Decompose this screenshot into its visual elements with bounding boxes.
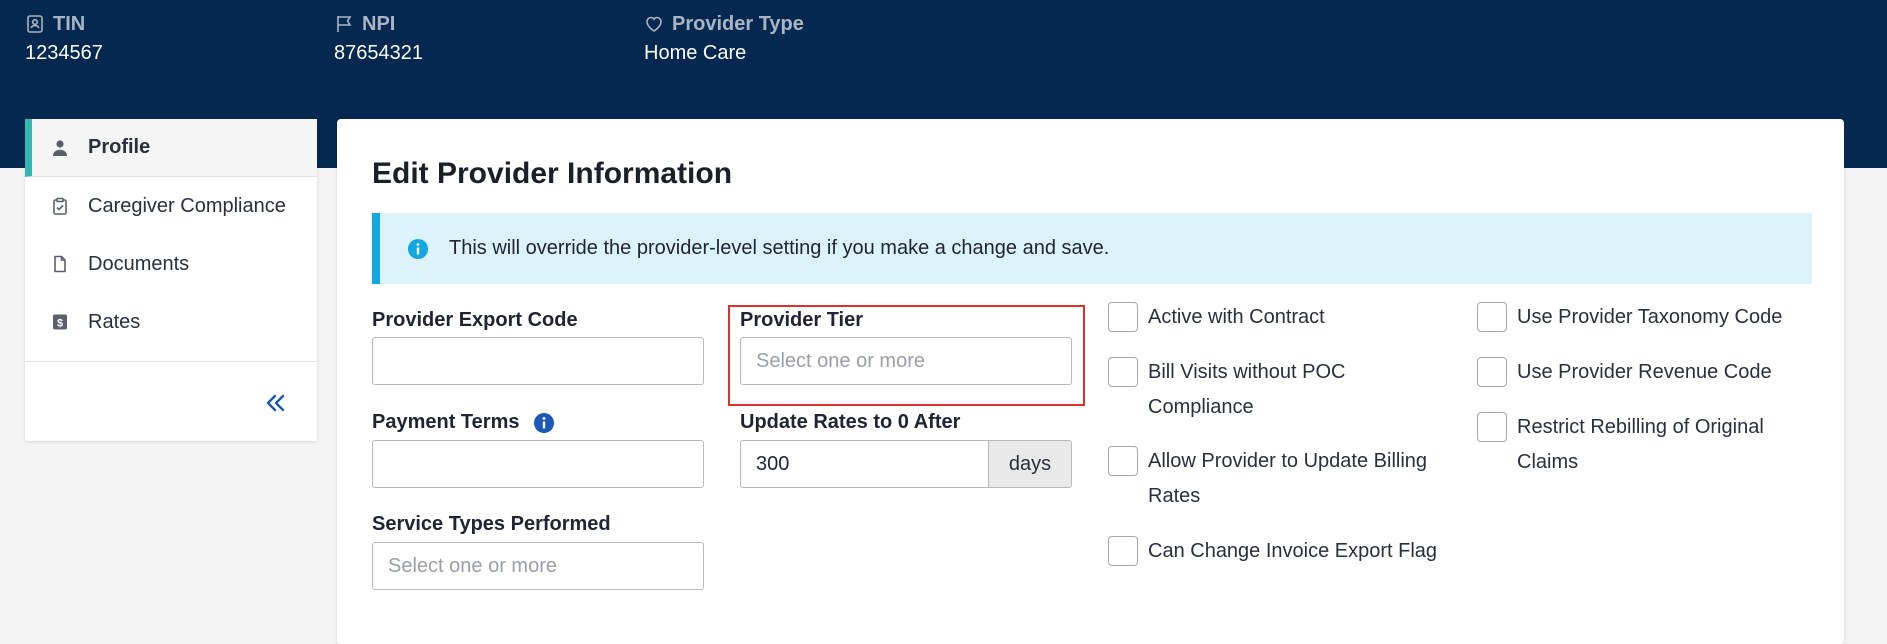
sidebar-item-label: Profile	[88, 136, 151, 158]
tin-label: TIN	[53, 12, 86, 35]
provider-type-value: Home Care	[644, 42, 747, 64]
header-npi: NPI 87654321	[334, 10, 423, 65]
sidebar-item-label: Caregiver Compliance	[88, 194, 286, 217]
checkbox-label: Active with Contract	[1148, 306, 1325, 328]
checkbox-label: Bill Visits without POC Compliance	[1148, 361, 1346, 418]
checkbox-use-taxonomy-code[interactable]: Use Provider Taxonomy Code	[1477, 302, 1817, 335]
npi-value: 87654321	[334, 42, 423, 64]
checkbox-label: Can Change Invoice Export Flag	[1148, 540, 1438, 562]
update-rates-input[interactable]	[740, 440, 989, 488]
info-alert: This will override the provider-level se…	[372, 213, 1812, 284]
sidebar: Profile Caregiver Compliance Documents $…	[25, 119, 317, 441]
scrollbar[interactable]	[1879, 0, 1887, 168]
payment-terms-input[interactable]	[372, 440, 704, 488]
checkbox-use-revenue-code[interactable]: Use Provider Revenue Code	[1477, 357, 1817, 390]
person-icon	[53, 139, 67, 156]
clipboard-check-icon	[53, 197, 67, 215]
payment-terms-label: Payment Terms	[372, 411, 555, 434]
info-icon[interactable]	[533, 412, 555, 434]
npi-label: NPI	[362, 12, 396, 35]
checkbox-change-invoice-export[interactable]: Can Change Invoice Export Flag	[1108, 536, 1448, 569]
document-icon	[54, 255, 66, 273]
alert-text: This will override the provider-level se…	[449, 237, 1110, 259]
tin-value: 1234567	[25, 42, 103, 64]
provider-type-label: Provider Type	[672, 12, 804, 35]
provider-export-code-label: Provider Export Code	[372, 309, 578, 331]
service-types-select[interactable]	[372, 542, 704, 590]
sidebar-item-caregiver-compliance[interactable]: Caregiver Compliance	[25, 177, 317, 235]
flag-icon	[337, 16, 352, 32]
sidebar-item-rates[interactable]: $ Rates	[25, 293, 317, 351]
double-chevron-left-icon	[266, 394, 285, 412]
checkbox[interactable]	[1477, 412, 1507, 442]
id-card-icon	[27, 15, 43, 33]
days-addon: days	[989, 440, 1072, 488]
header-tin: TIN 1234567	[25, 10, 103, 65]
checkbox[interactable]	[1477, 302, 1507, 332]
page-title: Edit Provider Information	[372, 157, 733, 190]
sidebar-item-label: Rates	[88, 310, 141, 333]
checkbox[interactable]	[1477, 357, 1507, 387]
checkbox-allow-update-billing-rates[interactable]: Allow Provider to Update Billing Rates	[1108, 446, 1448, 514]
checkbox-label: Use Provider Revenue Code	[1517, 361, 1772, 383]
header-provider-type: Provider Type Home Care	[644, 10, 804, 65]
svg-text:$: $	[57, 318, 63, 330]
checkbox-active-with-contract[interactable]: Active with Contract	[1108, 302, 1448, 335]
collapse-sidebar-button[interactable]	[261, 389, 289, 417]
update-rates-label: Update Rates to 0 After	[740, 411, 961, 433]
checkbox[interactable]	[1108, 357, 1138, 387]
edit-provider-panel: Edit Provider Information This will over…	[337, 119, 1844, 644]
sidebar-item-documents[interactable]: Documents	[25, 235, 317, 293]
sidebar-divider	[25, 361, 317, 362]
checkbox-label: Use Provider Taxonomy Code	[1517, 306, 1783, 328]
provider-tier-label: Provider Tier	[740, 309, 864, 331]
checkbox[interactable]	[1108, 536, 1138, 566]
info-icon	[408, 238, 428, 259]
checkbox-label: Restrict Rebilling of Original Claims	[1517, 416, 1764, 473]
checkbox[interactable]	[1108, 446, 1138, 476]
sidebar-item-label: Documents	[88, 252, 190, 275]
sidebar-item-profile[interactable]: Profile	[25, 119, 317, 177]
checkbox[interactable]	[1108, 302, 1138, 332]
checkbox-restrict-rebilling[interactable]: Restrict Rebilling of Original Claims	[1477, 412, 1817, 480]
provider-export-code-input[interactable]	[372, 337, 704, 385]
provider-tier-select[interactable]	[740, 337, 1072, 385]
dollar-icon: $	[53, 314, 67, 330]
checkbox-label: Allow Provider to Update Billing Rates	[1148, 450, 1428, 507]
checkbox-bill-visits[interactable]: Bill Visits without POC Compliance	[1108, 357, 1448, 425]
service-types-label: Service Types Performed	[372, 513, 611, 535]
heart-icon	[646, 16, 662, 32]
